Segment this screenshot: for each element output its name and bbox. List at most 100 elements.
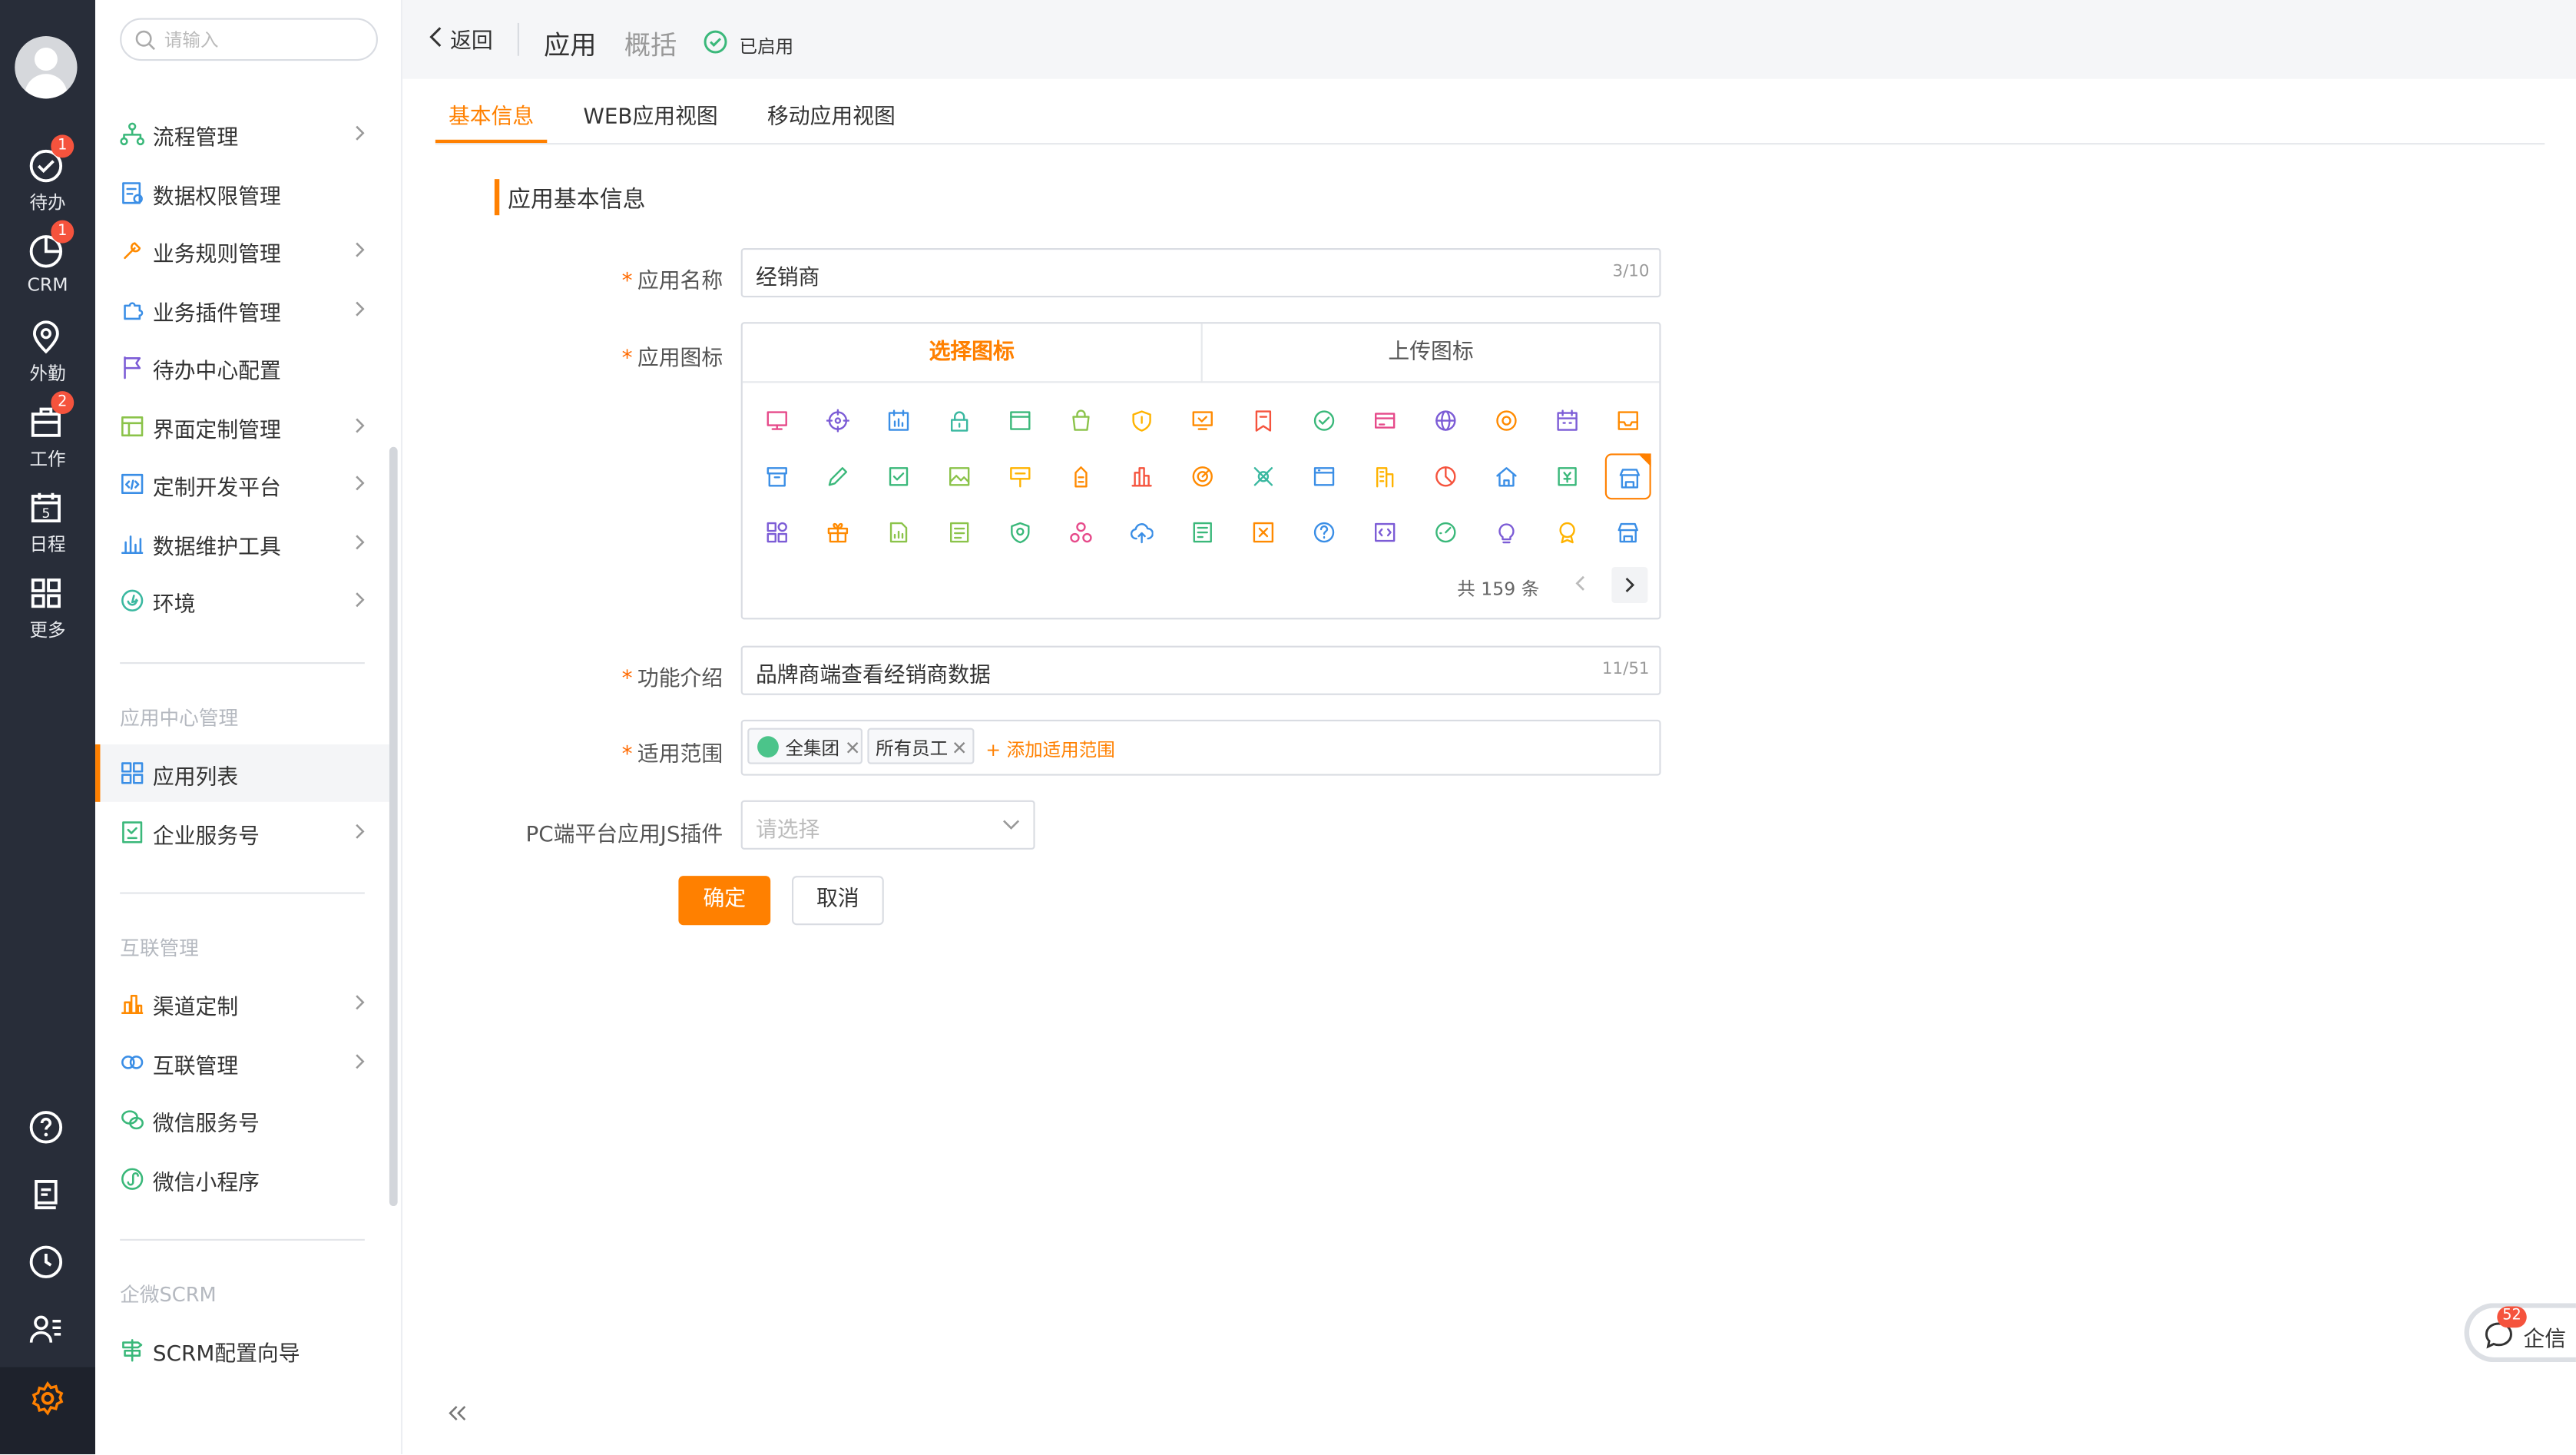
sidebar-item[interactable]: 定制开发平台 <box>95 456 389 513</box>
help-icon[interactable] <box>28 1109 64 1145</box>
icon-option[interactable] <box>1605 398 1651 444</box>
desc-input[interactable]: 品牌商端查看经销商数据 11/51 <box>740 645 1661 695</box>
icon-option[interactable] <box>936 453 982 499</box>
icon-option[interactable] <box>936 398 982 444</box>
tab-basic-info[interactable]: 基本信息 <box>449 98 534 130</box>
icon-option[interactable] <box>1362 509 1408 555</box>
icon-option[interactable] <box>1058 453 1104 499</box>
sidebar-item[interactable]: 微信服务号 <box>95 1091 389 1148</box>
contacts-icon[interactable] <box>28 1311 64 1347</box>
icon-option[interactable] <box>997 509 1043 555</box>
icon-option[interactable] <box>1058 509 1104 555</box>
icon-option[interactable] <box>1605 509 1651 555</box>
icon-option[interactable] <box>1180 509 1226 555</box>
icon-option[interactable] <box>1545 453 1591 499</box>
add-scope-link[interactable]: + 添加适用范围 <box>985 736 1114 762</box>
icon-option[interactable] <box>876 509 922 555</box>
js-plugin-select[interactable]: 请选择 <box>740 800 1035 850</box>
sidebar-item[interactable]: 企业服务号 <box>95 803 389 860</box>
icon-option[interactable] <box>1484 453 1530 499</box>
chat-badge: 52 <box>2497 1306 2527 1328</box>
icon-option[interactable] <box>876 398 922 444</box>
scope-field[interactable]: 全集团 所有员工 + 添加适用范围 <box>740 719 1661 776</box>
sidebar-scrollbar[interactable] <box>389 446 398 1207</box>
chat-widget[interactable]: 52 企信 <box>2464 1303 2576 1363</box>
prev-page-button[interactable] <box>1564 567 1597 600</box>
icon-option[interactable] <box>1484 509 1530 555</box>
icon-option[interactable] <box>1484 398 1530 444</box>
icon-option[interactable] <box>754 398 800 444</box>
avatar[interactable] <box>15 36 78 99</box>
icon-option[interactable] <box>1058 398 1104 444</box>
icon-option[interactable] <box>1301 453 1347 499</box>
clock-icon[interactable] <box>28 1244 64 1280</box>
tab-mobile-view[interactable]: 移动应用视图 <box>767 98 896 130</box>
rail-settings-active[interactable] <box>0 1367 96 1455</box>
icon-option[interactable] <box>1119 453 1165 499</box>
icon-option[interactable] <box>1119 509 1165 555</box>
icon-option[interactable] <box>1422 509 1468 555</box>
icon-option[interactable] <box>1180 453 1226 499</box>
sidebar-item[interactable]: 微信小程序 <box>95 1149 389 1207</box>
icon-option[interactable] <box>815 509 861 555</box>
icon-option[interactable] <box>815 453 861 499</box>
sidebar-item[interactable]: 数据维护工具 <box>95 513 389 571</box>
icon-option[interactable] <box>1422 453 1468 499</box>
icon-option[interactable] <box>1362 453 1408 499</box>
icon-option[interactable] <box>1301 398 1347 444</box>
icon-option[interactable] <box>815 398 861 444</box>
icon-total: 共 159 条 <box>1457 578 1540 600</box>
rail-work[interactable]: 2 工作 <box>0 391 95 486</box>
scope-tag-group[interactable]: 全集团 <box>747 728 863 764</box>
confirm-button[interactable]: 确定 <box>678 876 771 926</box>
sidebar-item[interactable]: 应用列表 <box>95 744 389 802</box>
icon-option[interactable] <box>1362 398 1408 444</box>
sidebar-item[interactable]: 互联管理 <box>95 1032 389 1090</box>
sidebar-item-label: 流程管理 <box>152 126 239 151</box>
rail-schedule[interactable]: 5 日程 <box>0 489 95 572</box>
icon-option[interactable] <box>1604 453 1651 500</box>
sidebar-item[interactable]: SCRM配置向导 <box>95 1321 389 1379</box>
icon-option[interactable] <box>997 398 1043 444</box>
sidebar-search[interactable] <box>120 18 378 61</box>
tab-select-icon[interactable]: 选择图标 <box>742 323 1201 383</box>
icon-option[interactable] <box>1301 509 1347 555</box>
sidebar-item[interactable]: 渠道定制 <box>95 974 389 1032</box>
app-name-value: 经销商 <box>755 266 820 291</box>
tab-upload-icon[interactable]: 上传图标 <box>1200 323 1660 383</box>
icon-option[interactable] <box>1240 453 1286 499</box>
tab-web-view[interactable]: WEB应用视图 <box>583 98 717 130</box>
close-icon[interactable] <box>953 741 966 754</box>
sidebar-item[interactable]: 界面定制管理 <box>95 397 389 455</box>
sidebar-item[interactable]: 流程管理 <box>95 105 389 163</box>
sidebar-item[interactable]: 环境 <box>95 572 389 629</box>
sidebar-item[interactable]: 数据权限管理 <box>95 164 389 221</box>
rail-field[interactable]: 外勤 <box>0 319 95 401</box>
next-page-button[interactable] <box>1611 566 1648 604</box>
close-icon[interactable] <box>846 741 859 754</box>
cancel-button[interactable]: 取消 <box>791 876 884 926</box>
icon-option[interactable] <box>1545 509 1591 555</box>
icon-option[interactable] <box>754 509 800 555</box>
icon-option[interactable] <box>1545 398 1591 444</box>
sidebar-item[interactable]: 待办中心配置 <box>95 339 389 396</box>
icon-option[interactable] <box>936 509 982 555</box>
icon-option[interactable] <box>754 453 800 499</box>
sidebar-search-input[interactable] <box>164 26 362 53</box>
icon-option[interactable] <box>1119 398 1165 444</box>
sidebar-item[interactable]: 业务插件管理 <box>95 280 389 338</box>
page-subtitle[interactable]: 概括 <box>624 23 677 62</box>
rail-todo[interactable]: 1 待办 <box>0 134 95 230</box>
book-icon[interactable] <box>28 1177 64 1213</box>
rail-crm[interactable]: 1 CRM <box>0 220 95 316</box>
icon-option[interactable] <box>997 453 1043 499</box>
icon-option[interactable] <box>1180 398 1226 444</box>
app-name-input[interactable]: 经销商 3/10 <box>740 247 1661 298</box>
icon-option[interactable] <box>1240 398 1286 444</box>
icon-option[interactable] <box>1422 398 1468 444</box>
sidebar-item[interactable]: 业务规则管理 <box>95 222 389 280</box>
icon-option[interactable] <box>876 453 922 499</box>
scope-tag-staff[interactable]: 所有员工 <box>867 728 975 764</box>
icon-option[interactable] <box>1240 509 1286 555</box>
rail-more[interactable]: 更多 <box>0 575 95 658</box>
